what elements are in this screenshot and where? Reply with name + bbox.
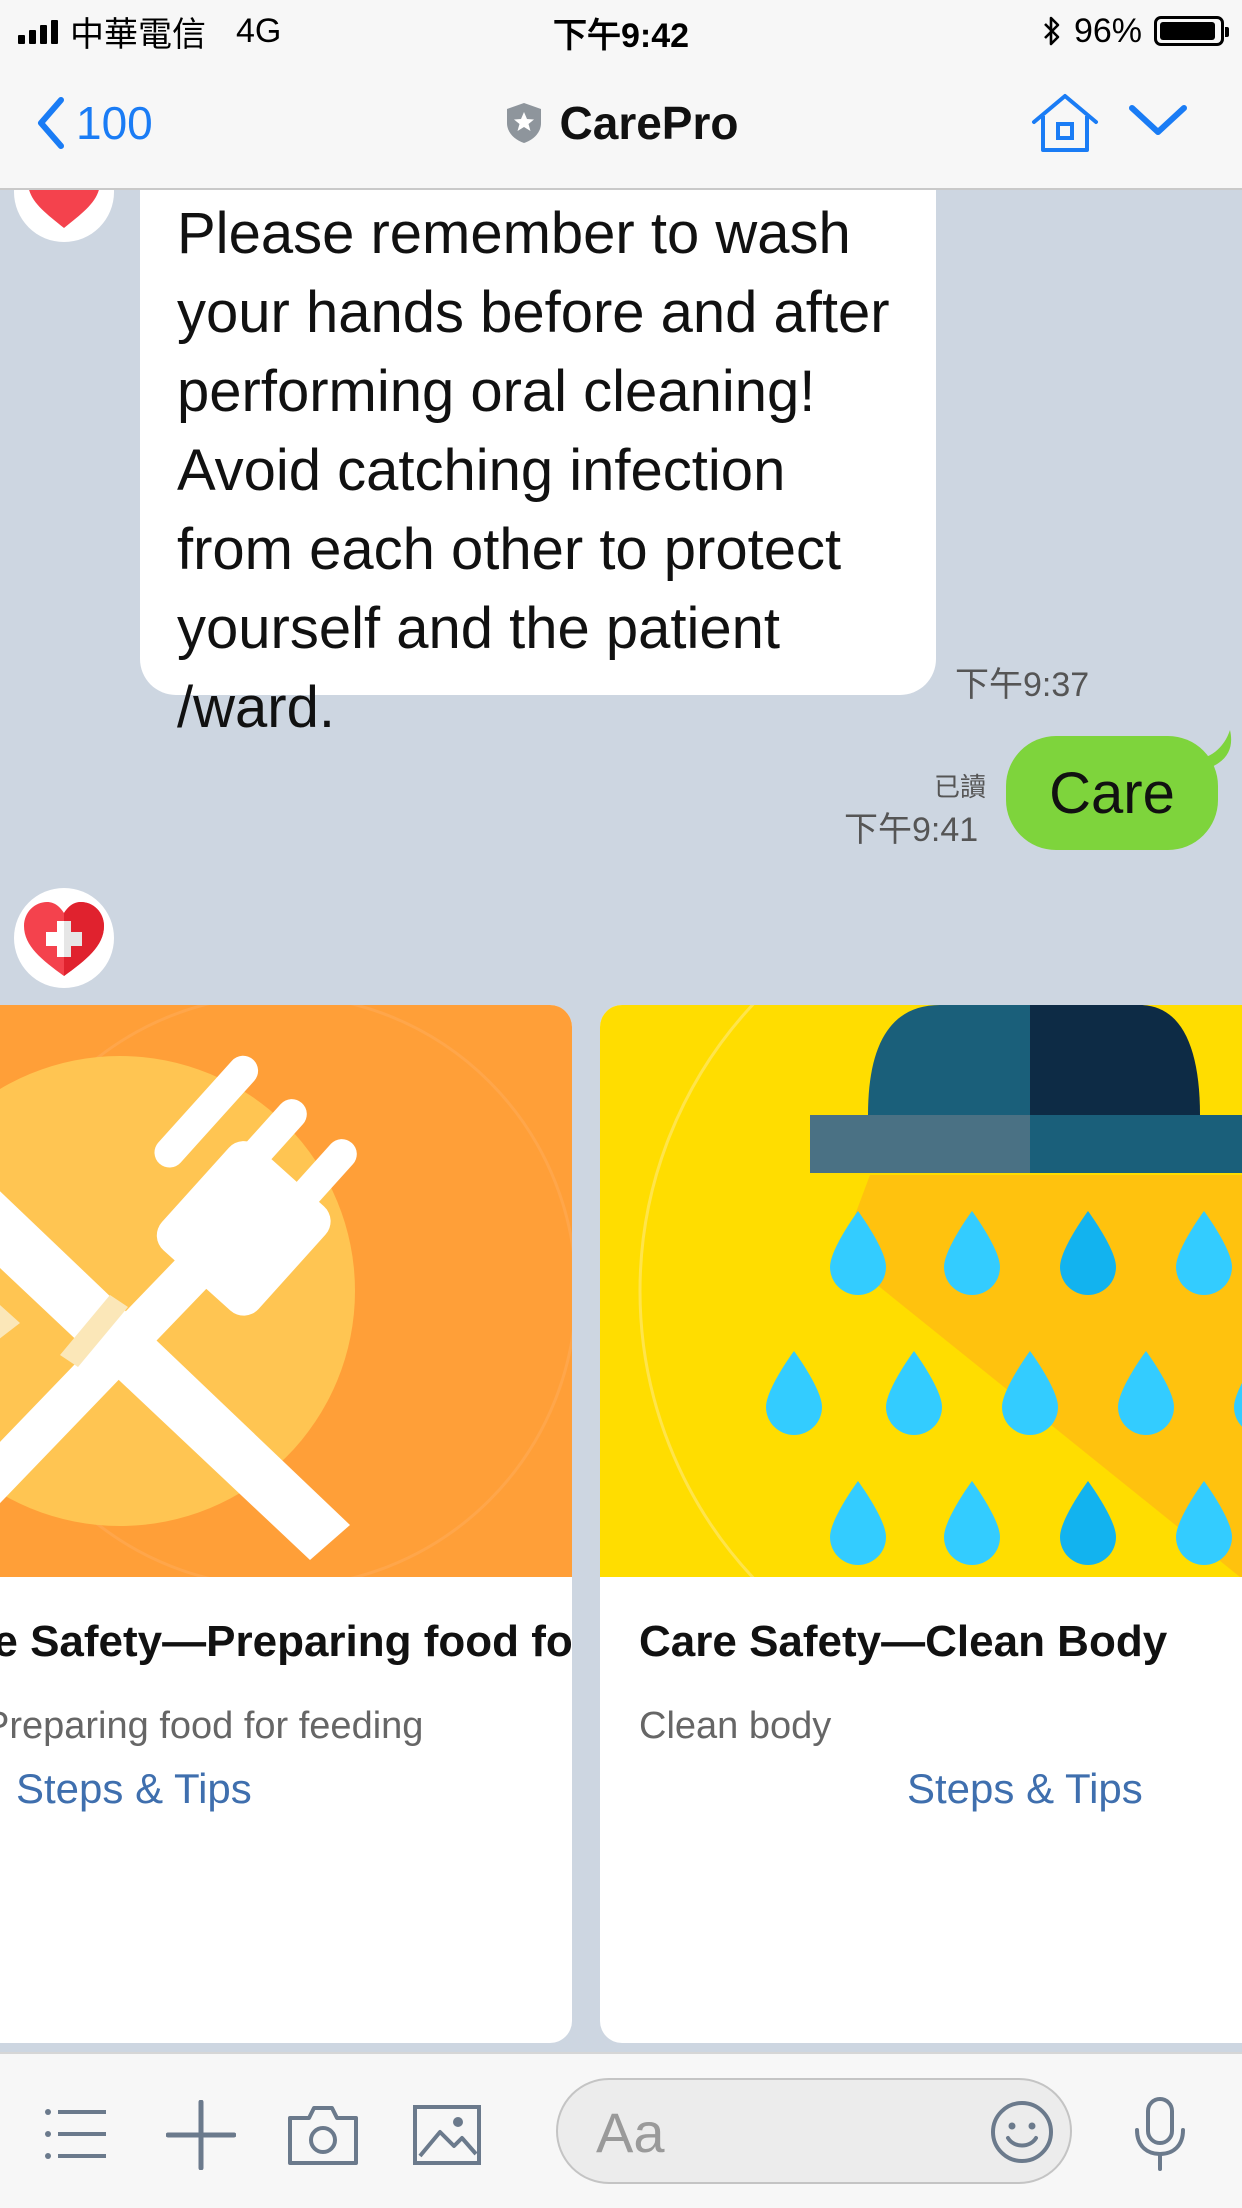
menu-button[interactable]	[44, 2106, 108, 2167]
plus-icon	[165, 2099, 237, 2171]
camera-button[interactable]	[287, 2104, 359, 2171]
card-title: Care Safety—Clean Body	[639, 1617, 1168, 1666]
read-receipt: 已讀	[934, 772, 987, 802]
outgoing-message-bubble: Care	[1006, 736, 1218, 850]
fork-knife-icon	[0, 1005, 572, 1577]
outgoing-message-time: 下午9:41	[844, 811, 979, 849]
battery-percent: 96%	[1073, 11, 1142, 50]
emoji-icon	[991, 2101, 1053, 2163]
image-icon	[413, 2105, 481, 2165]
status-right: 96%	[1042, 10, 1229, 52]
battery-icon	[1154, 16, 1229, 46]
nav-bar: 100 CarePro	[0, 62, 1242, 190]
home-icon	[1032, 94, 1098, 152]
incoming-message-time: 下午9:37	[955, 666, 1090, 704]
chevron-down-icon	[1129, 105, 1187, 135]
heart-cross-icon	[24, 902, 104, 976]
card-image[interactable]	[0, 1005, 572, 1577]
card-image[interactable]	[600, 1005, 1242, 1577]
menu-icon	[45, 2109, 106, 2159]
gallery-button[interactable]	[412, 2104, 482, 2171]
bluetooth-icon	[1044, 16, 1060, 46]
bot-avatar[interactable]	[14, 190, 114, 242]
carousel-card[interactable]: Care Safety—Preparing food for feeding P…	[0, 1005, 572, 2043]
incoming-message-bubble: Please remember to wash your hands befor…	[140, 190, 936, 740]
menu-toggle-button[interactable]	[1128, 102, 1188, 143]
message-input-field[interactable]	[556, 2078, 1072, 2184]
card-action-button[interactable]: Steps & Tips	[907, 1765, 1143, 1813]
card-title: Care Safety—Preparing food for feeding	[0, 1617, 572, 1666]
add-button[interactable]	[165, 2099, 237, 2175]
home-button[interactable]	[1030, 92, 1100, 159]
chat-area[interactable]: Please remember to wash your hands befor…	[0, 190, 1242, 2052]
camera-icon	[288, 2106, 358, 2165]
voice-button[interactable]	[1132, 2096, 1188, 2177]
input-bar	[0, 2052, 1242, 2208]
shower-icon	[600, 1005, 1242, 1577]
carousel-card[interactable]: Care Safety—Clean Body Clean body Steps …	[600, 1005, 1242, 2043]
chat-title-label: CarePro	[559, 97, 739, 149]
card-action-button[interactable]: Steps & Tips	[16, 1765, 252, 1813]
bot-avatar[interactable]	[14, 888, 114, 988]
message-input[interactable]	[594, 2098, 978, 2166]
card-subtitle: Preparing food for feeding	[0, 1705, 424, 1747]
emoji-button[interactable]	[990, 2100, 1054, 2169]
microphone-icon	[1135, 2097, 1185, 2171]
card-subtitle: Clean body	[639, 1705, 832, 1747]
shield-star-icon	[506, 103, 541, 143]
status-bar: 中華電信 4G 下午9:42 96%	[0, 0, 1242, 62]
heart-cross-icon	[29, 190, 99, 228]
